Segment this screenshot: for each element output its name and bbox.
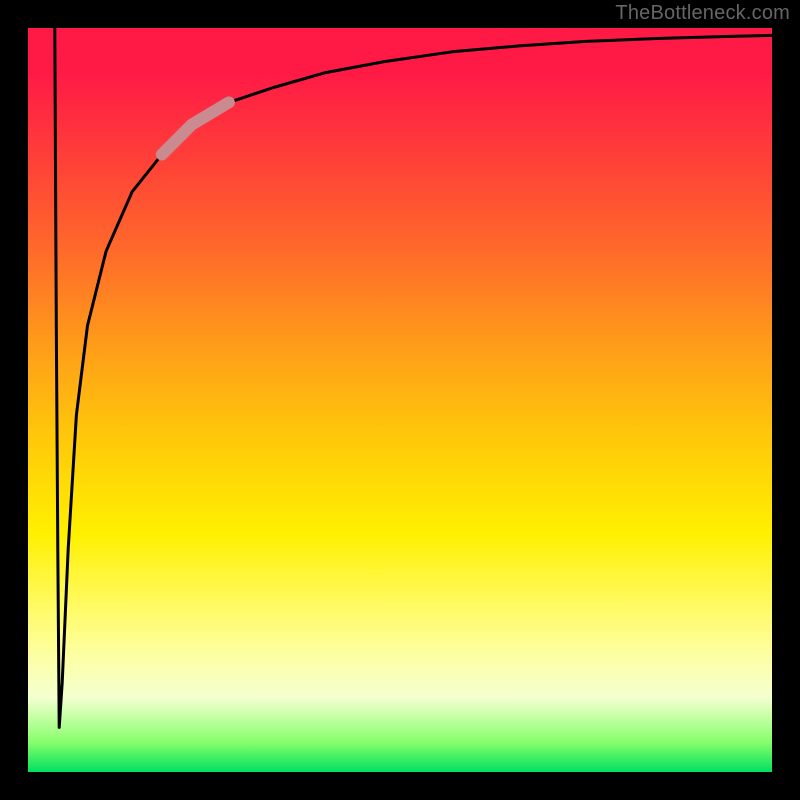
bottleneck-curve-path	[55, 28, 772, 727]
watermark-text: TheBottleneck.com	[615, 2, 790, 25]
chart-frame: TheBottleneck.com	[0, 0, 800, 800]
plot-area	[28, 28, 772, 772]
highlight-segment-path	[162, 102, 229, 154]
curve-layer	[28, 28, 772, 772]
